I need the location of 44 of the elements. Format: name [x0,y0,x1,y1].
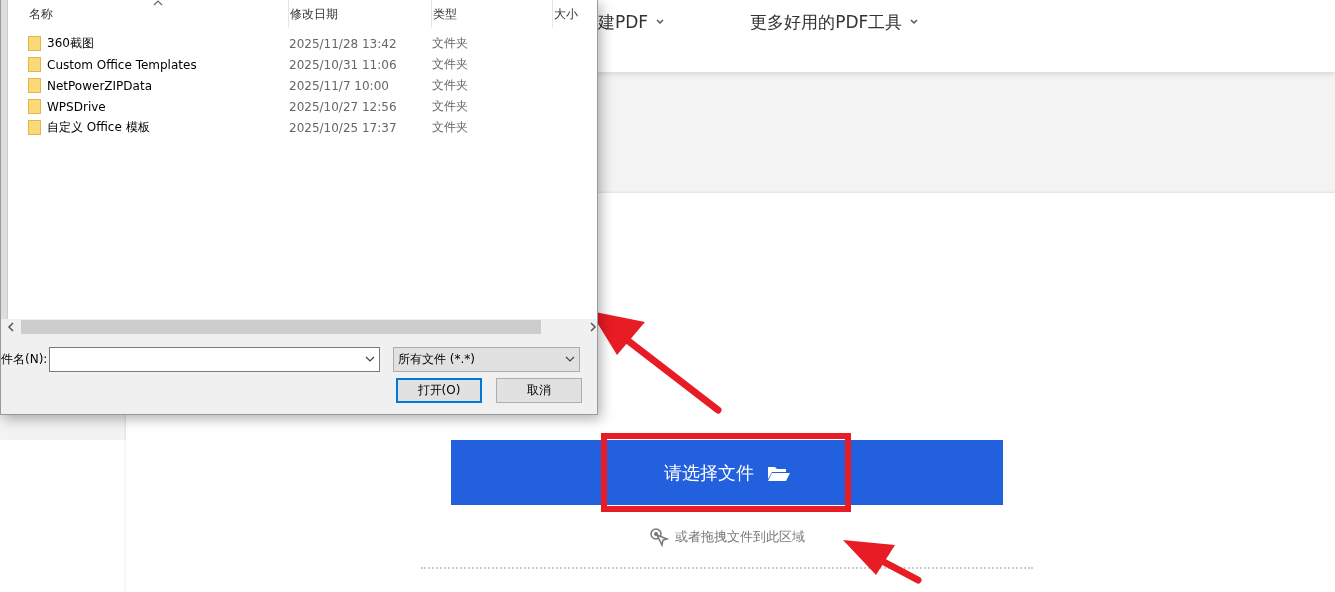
dialog-button[interactable]: 取消 [496,378,582,403]
chevron-down-icon [565,355,575,363]
vertical-scrollbar[interactable] [1,0,8,319]
modified-date: 2025/11/7 10:00 [289,78,390,93]
chevron-down-icon [656,19,665,25]
column-header[interactable]: 大小 [553,0,597,28]
file-type: 文件夹 [432,119,469,136]
nav-menu[interactable]: 建PDF [598,10,665,62]
file-list-item[interactable]: NetPowerZIPData [28,78,289,93]
folder-icon [767,464,790,481]
file-type: 文件夹 [432,56,469,73]
column-header[interactable]: 类型 [432,0,553,28]
dialog-button[interactable]: 打开(O) [396,378,482,403]
file-type-dropdown[interactable]: 所有文件 (*.*) [393,346,580,372]
chevron-down-icon [365,355,375,363]
folder-icon [28,78,41,93]
file-type: 文件夹 [432,35,469,52]
chevron-down-icon [910,19,919,25]
modified-date: 2025/10/31 11:06 [289,57,398,72]
modified-date: 2025/10/25 17:37 [289,120,398,135]
file-type: 文件夹 [432,77,469,94]
file-list-item[interactable]: Custom Office Templates [28,57,289,72]
nav-menu[interactable]: 更多好用的PDF工具 [750,10,919,62]
scroll-right-icon[interactable] [589,321,597,332]
modified-date: 2025/11/28 13:42 [289,36,398,51]
folder-icon [28,57,41,72]
drag-hint: 或者拖拽文件到此区域 [674,528,805,546]
choose-file-button[interactable]: 请选择文件 [450,440,1003,505]
folder-icon [28,99,41,114]
file-name-field[interactable] [49,346,380,372]
modified-date: 2025/10/27 12:56 [289,99,398,114]
folder-icon [28,120,41,135]
horizontal-scrollbar[interactable] [7,319,597,334]
file-list-item[interactable]: WPSDrive [28,99,289,114]
file-name-label: 件名(N): [1,350,49,368]
file-list-item[interactable]: 360截图 [28,35,289,52]
column-header[interactable]: 修改日期 [289,0,432,28]
column-header[interactable]: 名称 [28,0,289,28]
sort-caret-icon [153,0,163,6]
drag-pointer-icon [648,527,669,547]
file-type: 文件夹 [432,98,469,115]
folder-icon [28,36,41,51]
file-list-item[interactable]: 自定义 Office 模板 [28,119,289,136]
scroll-left-icon[interactable] [7,321,15,332]
